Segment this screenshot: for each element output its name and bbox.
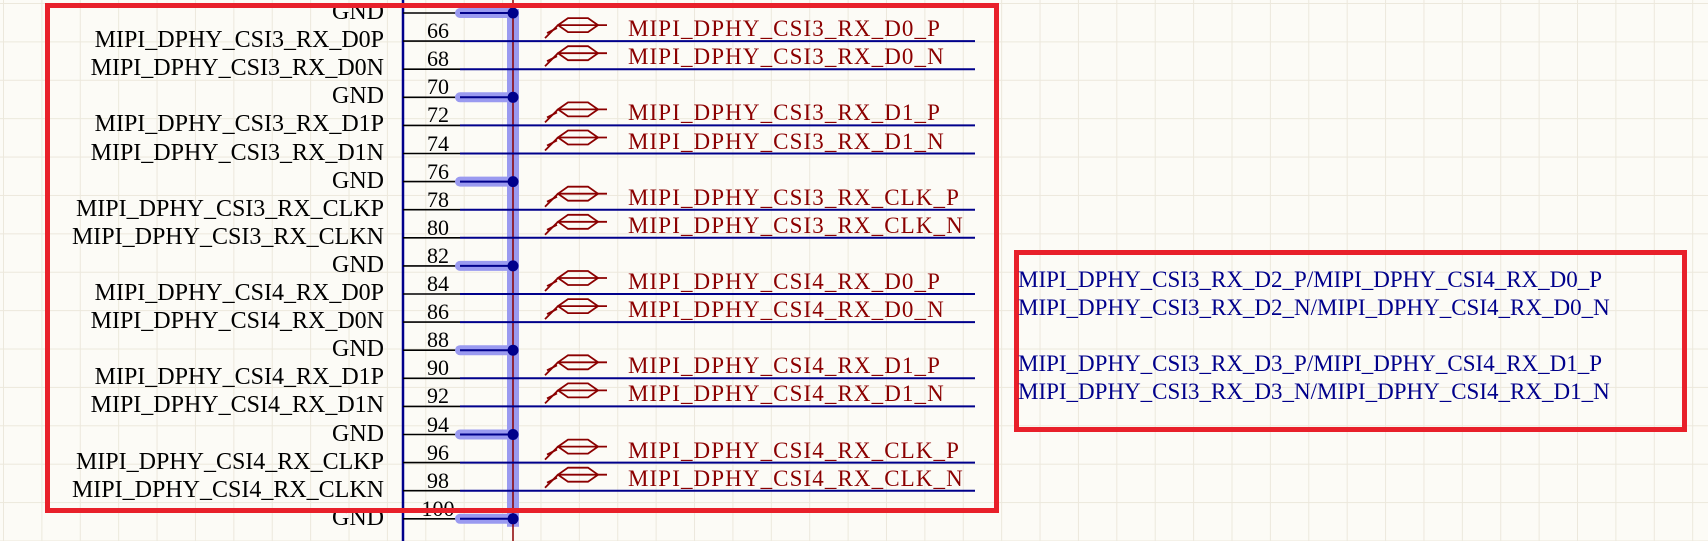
lane-note: MIPI_DPHY_CSI3_RX_D2_N/MIPI_DPHY_CSI4_RX… xyxy=(1018,295,1610,320)
junction-dot xyxy=(507,513,519,525)
lane-note: MIPI_DPHY_CSI3_RX_D2_P/MIPI_DPHY_CSI4_RX… xyxy=(1018,267,1603,292)
lane-note: MIPI_DPHY_CSI3_RX_D3_N/MIPI_DPHY_CSI4_RX… xyxy=(1018,379,1610,404)
highlight-box-connector xyxy=(45,3,999,513)
lane-note: MIPI_DPHY_CSI3_RX_D3_P/MIPI_DPHY_CSI4_RX… xyxy=(1018,351,1603,376)
schematic-canvas[interactable]: GND MIPI_DPHY_CSI3_RX_D0P 66 MIPI_DPHY_CSI3… xyxy=(0,0,1708,541)
